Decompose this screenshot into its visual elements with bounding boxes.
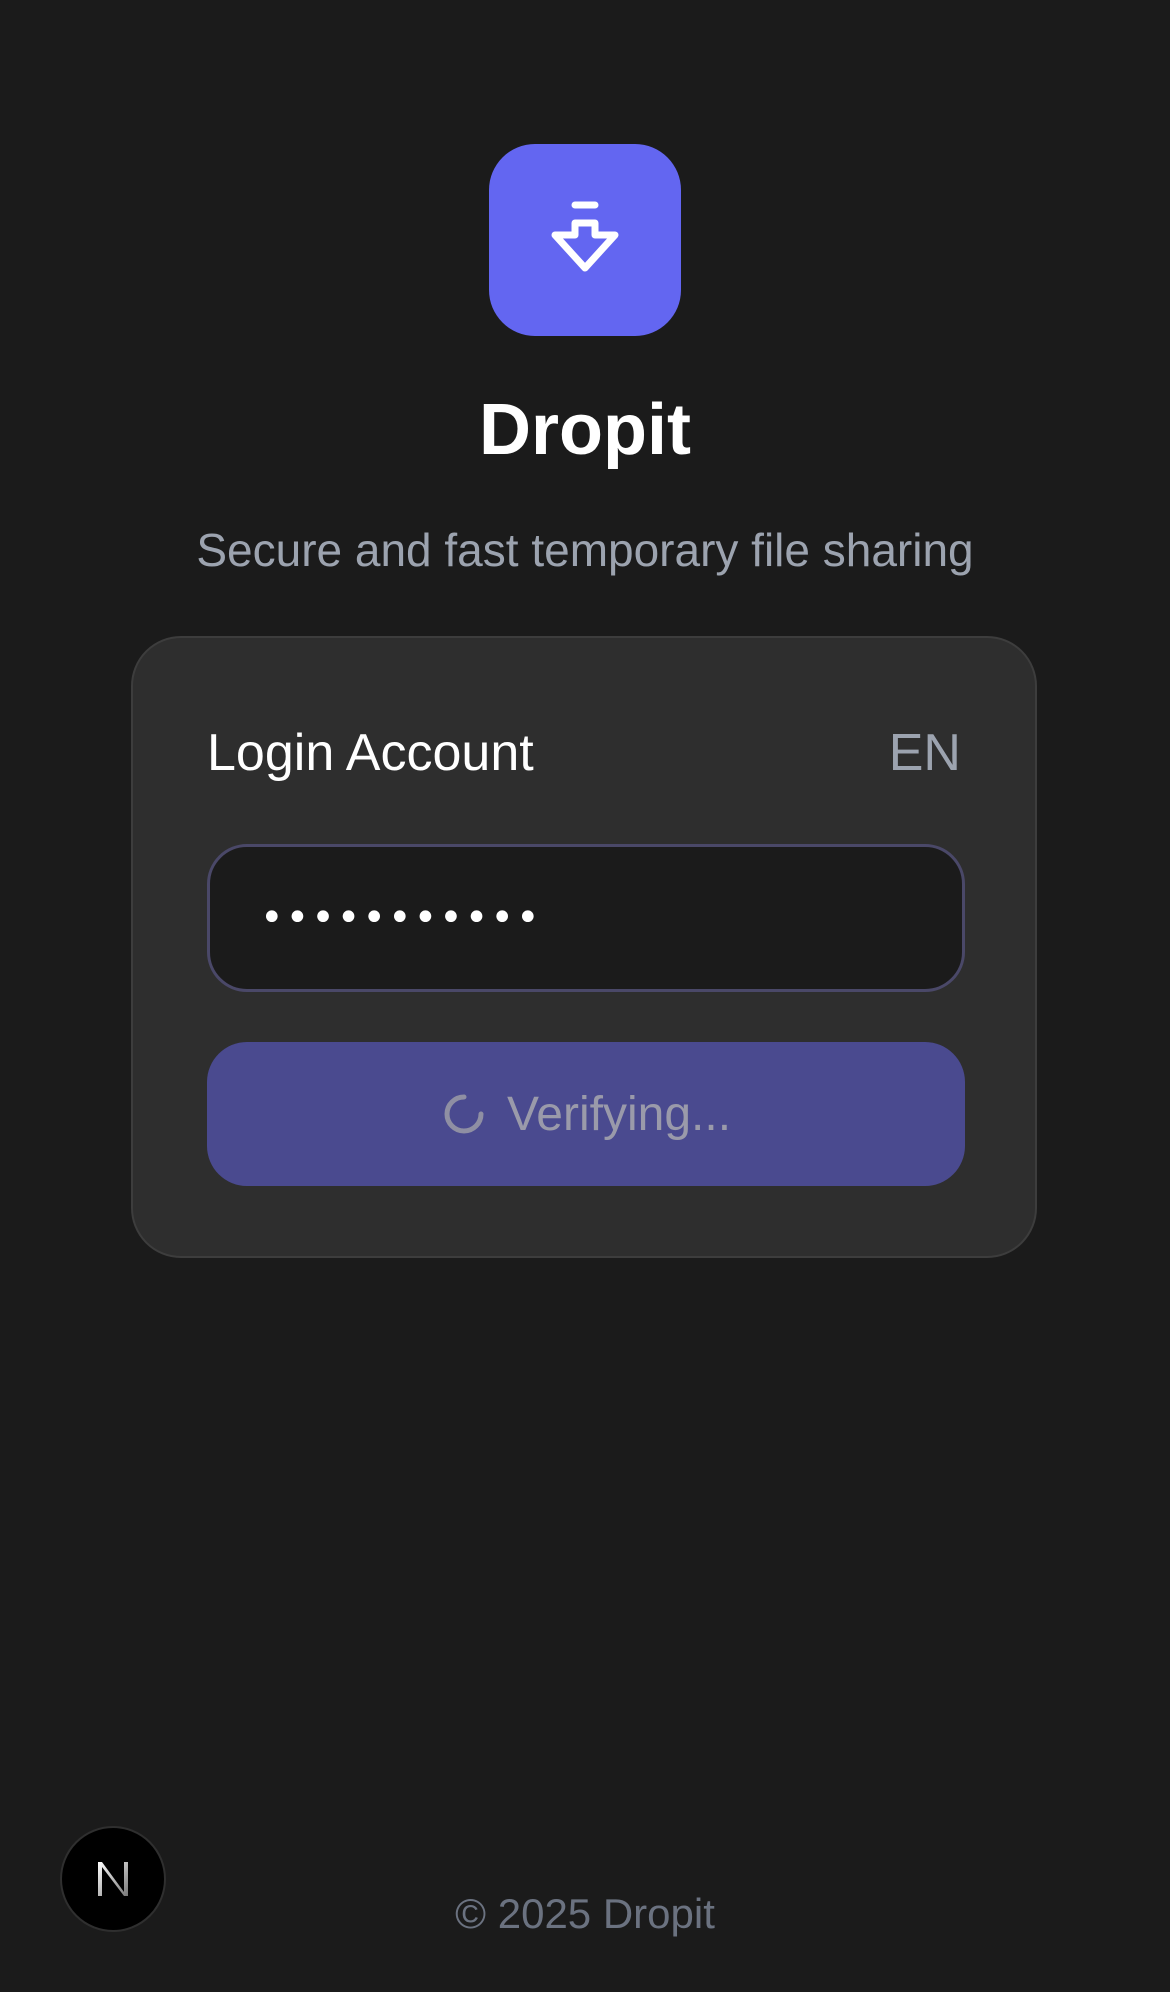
app-logo	[489, 144, 681, 336]
spinner-icon	[444, 1094, 484, 1134]
login-title: Login Account	[207, 724, 534, 782]
nextjs-icon	[98, 1862, 128, 1896]
login-card: Login Account EN Verifying...	[131, 636, 1037, 1258]
verify-button-label: Verifying...	[506, 1087, 732, 1141]
password-input[interactable]	[207, 844, 965, 992]
download-arrow-icon	[551, 201, 619, 272]
app-tagline: Secure and fast temporary file sharing	[196, 524, 974, 576]
verify-button[interactable]: Verifying...	[207, 1042, 965, 1186]
app-title: Dropit	[479, 390, 691, 470]
language-switch[interactable]: EN	[889, 722, 961, 784]
login-page: Dropit Secure and fast temporary file sh…	[0, 0, 1170, 1992]
nextjs-dev-badge[interactable]	[60, 1826, 166, 1932]
footer-copyright: © 2025 Dropit	[455, 1890, 715, 1937]
